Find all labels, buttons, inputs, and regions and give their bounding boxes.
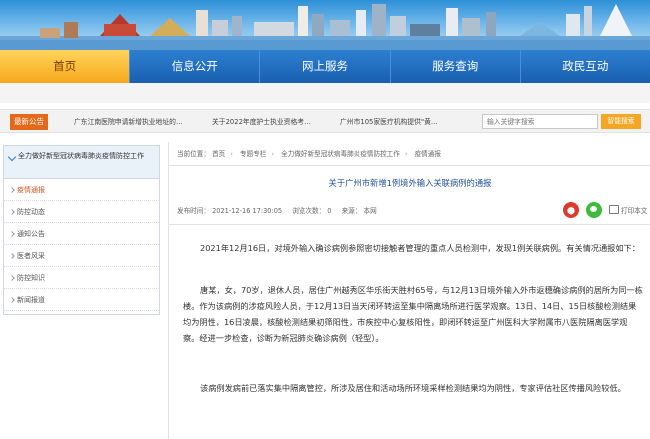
sidebar-item-epidemic-report[interactable]: 疫情通报	[4, 179, 159, 201]
article-panel: 当前位置： 首页 › 专题专栏 › 全力做好新型冠状病毒肺炎疫情防控工作 › 疫情通报…	[168, 142, 650, 439]
chevron-down-icon	[7, 152, 17, 162]
search-button[interactable]: 智能搜索	[601, 114, 641, 129]
notice-badge: 最新公告	[10, 114, 48, 130]
sidebar-item-news[interactable]: 新闻报道	[4, 289, 159, 311]
breadcrumb-link[interactable]: 专题专栏	[240, 150, 266, 158]
breadcrumb-prefix: 当前位置：	[177, 150, 210, 158]
nav-online-service[interactable]: 网上服务	[260, 50, 391, 83]
view-count: 浏览次数： 0	[292, 207, 332, 215]
sidebar-header: 全力做好新型冠状病毒肺炎疫情防控工作	[4, 146, 159, 179]
breadcrumb-link[interactable]: 疫情通报	[415, 150, 441, 158]
nav-shadow	[0, 83, 650, 103]
weibo-share-icon[interactable]	[563, 202, 579, 218]
sidebar-item-notices[interactable]: 通知公告	[4, 223, 159, 245]
divider	[169, 165, 650, 166]
nav-home[interactable]: 首页	[0, 50, 131, 83]
notice-bar: 最新公告 广东江南医院申请新增执业地址的… 关于2022年度护士执业资格考… 广…	[0, 109, 650, 133]
notice-link[interactable]: 广州市105家医疗机构提供"黄…	[340, 114, 438, 130]
nav-interaction[interactable]: 政民互动	[521, 50, 650, 83]
nav-info-disclosure[interactable]: 信息公开	[130, 50, 261, 83]
publish-time: 发布时间： 2021-12-16 17:30:05	[177, 207, 283, 215]
article-source: 来源： 本网	[341, 207, 377, 215]
article-paragraph: 唐某，女，70岁，退休人员，居住广州越秀区华乐街天胜村65号，与12月13日境外…	[183, 285, 643, 343]
nav-service-query[interactable]: 服务查询	[391, 50, 521, 83]
notice-link[interactable]: 广东江南医院申请新增执业地址的…	[74, 114, 183, 130]
breadcrumb: 当前位置： 首页 › 专题专栏 › 全力做好新型冠状病毒肺炎疫情防控工作 › 疫情通报	[177, 150, 441, 158]
article-paragraph: 该病例发病前已落实集中隔离管控，所涉及居住和活动场所环境采样检测结果均为阴性，专…	[200, 383, 626, 393]
sidebar-item-prevention-news[interactable]: 防控动态	[4, 201, 159, 223]
print-link[interactable]: 打印本文	[621, 204, 647, 218]
notice-link[interactable]: 关于2022年度护士执业资格考…	[212, 114, 311, 130]
divider	[169, 224, 650, 225]
main-nav: 首页 信息公开 网上服务 服务查询 政民互动	[0, 50, 650, 83]
article-paragraph: 2021年12月16日，对境外输入确诊病例参照密切接触者管理的重点人员检测中，发…	[200, 243, 640, 253]
header-banner	[0, 0, 650, 50]
wechat-share-icon[interactable]	[586, 202, 602, 218]
article-meta: 发布时间： 2021-12-16 17:30:05 浏览次数： 0 来源： 本网	[177, 204, 385, 218]
print-icon[interactable]	[609, 205, 619, 214]
city-skyline-image	[0, 4, 650, 50]
breadcrumb-link[interactable]: 全力做好新型冠状病毒肺炎疫情防控工作	[281, 150, 400, 158]
search-input[interactable]	[482, 114, 598, 129]
sidebar-item-knowledge[interactable]: 防控知识	[4, 267, 159, 289]
breadcrumb-link[interactable]: 首页	[212, 150, 225, 158]
sidebar-item-doctors[interactable]: 医者风采	[4, 245, 159, 267]
sidebar-title: 全力做好新型冠状病毒肺炎疫情防控工作	[18, 152, 144, 160]
article-title: 关于广州市新增1例境外输入关联病例的通报	[328, 178, 492, 188]
sidebar: 全力做好新型冠状病毒肺炎疫情防控工作 疫情通报 防控动态 通知公告 医者风采 防…	[3, 145, 160, 315]
